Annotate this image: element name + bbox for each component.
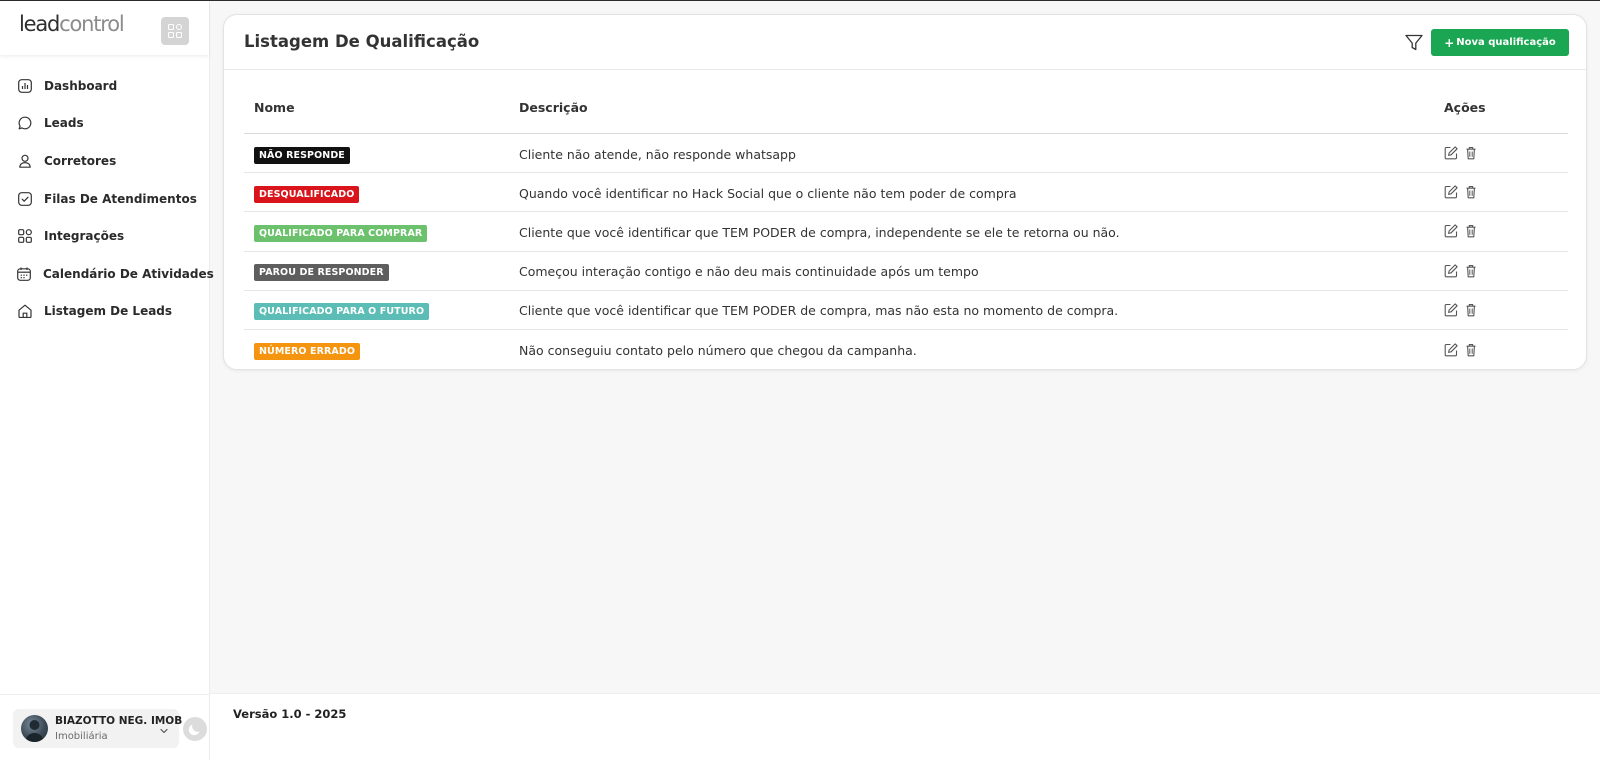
edit-icon[interactable] bbox=[1444, 185, 1458, 199]
card-header: Listagem De Qualificação + Nova qualific… bbox=[224, 15, 1586, 70]
trash-icon[interactable] bbox=[1464, 303, 1478, 317]
chat-bubble-icon bbox=[17, 116, 32, 131]
sidebar-item-corretores[interactable]: Corretores bbox=[0, 142, 209, 180]
app-logo[interactable]: leadcontrol bbox=[19, 12, 125, 36]
sidebar-nav: Dashboard Leads Corretores Filas De Aten… bbox=[0, 67, 214, 331]
qualification-description: Quando você identificar no Hack Social q… bbox=[519, 185, 1017, 201]
logo-text-lead: lead bbox=[19, 12, 60, 36]
plus-icon: + bbox=[1444, 35, 1455, 50]
qualification-badge: DESQUALIFICADO bbox=[254, 185, 360, 203]
page-footer: Versão 1.0 - 2025 bbox=[210, 693, 1600, 760]
qualification-description: Cliente que você identificar que TEM POD… bbox=[519, 224, 1120, 240]
user-role: Imobiliária bbox=[55, 731, 108, 742]
brand-bar: leadcontrol bbox=[0, 1, 209, 55]
qualification-description: Cliente que você identificar que TEM POD… bbox=[519, 303, 1119, 319]
edit-icon[interactable] bbox=[1444, 303, 1458, 317]
calendar-icon bbox=[17, 266, 31, 281]
qualification-description: Começou interação contigo e não deu mais… bbox=[519, 264, 979, 280]
sidebar-item-label: Corretores bbox=[44, 153, 117, 168]
qualification-badge: NÃO RESPONDE bbox=[254, 146, 350, 164]
sidebar-footer: BIAZOTTO NEG. IMOB Imobiliária bbox=[0, 694, 209, 760]
trash-icon[interactable] bbox=[1464, 146, 1478, 160]
qualification-card: Listagem De Qualificação + Nova qualific… bbox=[223, 14, 1587, 370]
trash-icon[interactable] bbox=[1464, 343, 1478, 357]
chevron-down-icon bbox=[159, 721, 169, 740]
edit-icon[interactable] bbox=[1444, 224, 1458, 238]
grid-icon bbox=[168, 24, 182, 38]
version-label: Versão 1.0 - 2025 bbox=[233, 707, 347, 721]
edit-icon[interactable] bbox=[1444, 264, 1458, 278]
edit-icon[interactable] bbox=[1444, 146, 1458, 160]
table-row: NÃO RESPONDE Cliente não atende, não res… bbox=[244, 134, 1568, 174]
avatar bbox=[21, 715, 48, 742]
table-row: PAROU DE RESPONDER Começou interação con… bbox=[244, 252, 1568, 291]
column-header-nome: Nome bbox=[254, 99, 295, 115]
trash-icon[interactable] bbox=[1464, 264, 1478, 278]
edit-icon[interactable] bbox=[1444, 342, 1458, 357]
sidebar-item-label: Integrações bbox=[44, 229, 125, 244]
table-row: QUALIFICADO PARA COMPRAR Cliente que voc… bbox=[244, 212, 1568, 252]
sidebar-item-label: Leads bbox=[44, 116, 84, 131]
qualification-description: Não conseguiu contato pelo número que ch… bbox=[519, 343, 917, 359]
page-title: Listagem De Qualificação bbox=[244, 32, 480, 51]
apps-icon bbox=[17, 229, 32, 244]
filter-icon[interactable] bbox=[1404, 33, 1424, 53]
sidebar-item-filas[interactable]: Filas De Atendimentos bbox=[0, 180, 209, 218]
column-header-acoes: Ações bbox=[1444, 99, 1486, 115]
sidebar-item-listagem-leads[interactable]: Listagem De Leads bbox=[0, 293, 209, 331]
new-qualification-label: Nova qualificação bbox=[1456, 37, 1556, 48]
sidebar-item-label: Calendário De Atividades bbox=[43, 266, 214, 281]
user-menu[interactable]: BIAZOTTO NEG. IMOB Imobiliária bbox=[13, 709, 182, 748]
trash-icon[interactable] bbox=[1464, 185, 1478, 199]
user-icon bbox=[17, 153, 32, 168]
table-row: DESQUALIFICADO Quando você identificar n… bbox=[244, 173, 1568, 213]
sidebar-item-calendario[interactable]: Calendário De Atividades bbox=[0, 255, 214, 293]
new-qualification-button[interactable]: + Nova qualificação bbox=[1431, 29, 1569, 56]
qualification-table: Nome Descrição Ações NÃO RESPONDE Client… bbox=[244, 81, 1568, 369]
sidebar-item-dashboard[interactable]: Dashboard bbox=[0, 67, 209, 105]
qualification-badge: QUALIFICADO PARA COMPRAR bbox=[254, 224, 428, 242]
home-icon bbox=[17, 304, 32, 319]
check-square-icon bbox=[17, 191, 32, 206]
table-row: NÚMERO ERRADO Não conseguiu contato pelo… bbox=[244, 330, 1568, 369]
qualification-description: Cliente não atende, não responde whatsap… bbox=[519, 146, 796, 162]
logo-text-control: control bbox=[59, 12, 125, 36]
sidebar-item-label: Listagem De Leads bbox=[44, 304, 173, 319]
sidebar-item-integracoes[interactable]: Integrações bbox=[0, 217, 209, 255]
window-top-border bbox=[0, 0, 1600, 1]
trash-icon[interactable] bbox=[1464, 224, 1478, 238]
chart-box-icon bbox=[17, 78, 32, 93]
qualification-badge: NÚMERO ERRADO bbox=[254, 343, 361, 361]
menu-toggle-button[interactable] bbox=[161, 17, 189, 45]
column-header-descricao: Descrição bbox=[519, 99, 588, 115]
theme-toggle-button[interactable] bbox=[183, 717, 207, 741]
table-row: QUALIFICADO PARA O FUTURO Cliente que vo… bbox=[244, 291, 1568, 330]
table-header: Nome Descrição Ações bbox=[244, 81, 1568, 134]
qualification-badge: PAROU DE RESPONDER bbox=[254, 264, 389, 282]
qualification-badge: QUALIFICADO PARA O FUTURO bbox=[254, 303, 430, 321]
sidebar-item-leads[interactable]: Leads bbox=[0, 105, 209, 143]
sidebar-item-label: Dashboard bbox=[44, 78, 118, 93]
moon-icon bbox=[188, 724, 200, 736]
sidebar-item-label: Filas De Atendimentos bbox=[44, 191, 197, 206]
sidebar: leadcontrol Dashboard Leads Corretores F… bbox=[0, 1, 214, 760]
